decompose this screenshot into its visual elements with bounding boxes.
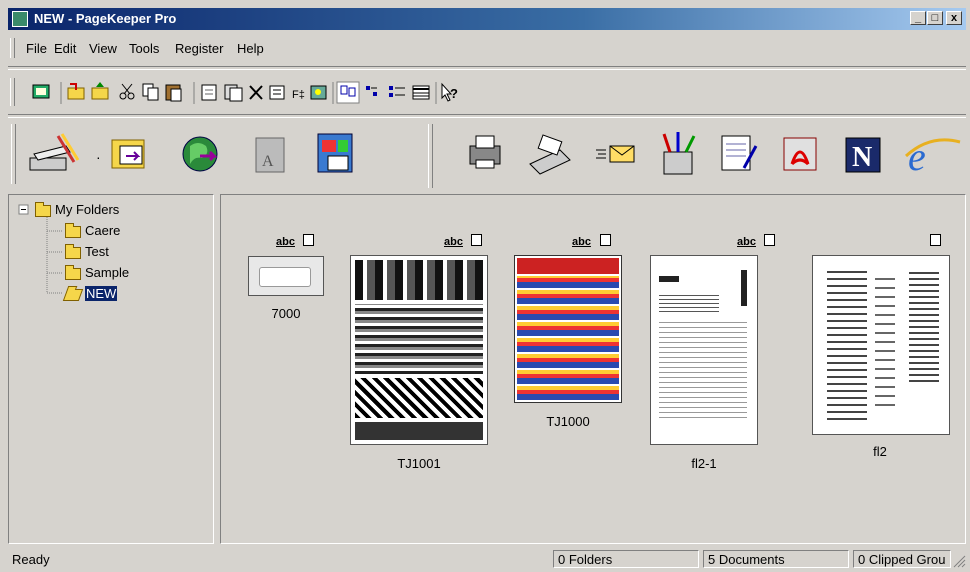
email-icon[interactable] — [596, 145, 635, 163]
svg-text:F‡: F‡ — [292, 89, 305, 101]
image-doc-icon — [764, 234, 775, 246]
ocr-engine-icon[interactable] — [317, 133, 353, 173]
context-help-icon[interactable]: ? — [441, 82, 458, 102]
edited-doc-icon — [303, 234, 314, 246]
resize-grip-icon[interactable] — [952, 554, 966, 568]
tree-item-caere[interactable]: Caere — [85, 223, 120, 238]
scanner-dropdown-arrow[interactable]: · — [96, 149, 101, 165]
image-doc-icon — [471, 234, 482, 246]
convert-document-icon[interactable]: A — [255, 137, 285, 173]
folder-icon — [65, 265, 81, 280]
standard-toolbar-icons: F‡ ? — [32, 81, 458, 104]
document-thumbnail-tj1001[interactable] — [350, 255, 488, 445]
printer-icon[interactable] — [469, 135, 501, 169]
my-folders-icon — [35, 202, 51, 217]
notepad-icon[interactable] — [721, 135, 758, 171]
internet-explorer-icon[interactable]: e — [904, 134, 961, 179]
status-documents: 5 Documents — [703, 550, 849, 568]
properties-icon[interactable] — [269, 85, 285, 100]
cut-icon[interactable] — [119, 83, 135, 100]
document-name: fl2 — [873, 444, 887, 459]
document-thumbnail-fl2[interactable] — [812, 255, 950, 435]
ocr-badge: abc — [444, 236, 463, 248]
document-thumbnail-fl2-1[interactable] — [650, 255, 758, 445]
list-view-icon[interactable] — [389, 86, 405, 97]
document-name: fl2-1 — [691, 456, 717, 471]
web-acquire-icon[interactable] — [182, 136, 218, 172]
duplicate-icon[interactable] — [224, 84, 243, 102]
folder-acquire-icon[interactable] — [111, 139, 145, 169]
scanner-icon[interactable] — [29, 133, 80, 171]
delete-icon[interactable] — [249, 85, 263, 100]
folder-tree-pane[interactable]: My Folders Caere Test Sample NEW — [8, 194, 214, 544]
ocr-icon[interactable]: F‡ — [292, 89, 305, 101]
acquire-icon[interactable] — [32, 84, 50, 99]
folder-icon — [65, 223, 81, 238]
svg-text:A: A — [262, 153, 274, 170]
image-doc-icon — [930, 234, 941, 246]
copy-icon[interactable] — [142, 83, 159, 101]
details-view-icon[interactable] — [412, 85, 430, 100]
large-icons-view-icon[interactable] — [336, 81, 360, 104]
document-thumbnail-tj1000[interactable] — [514, 255, 622, 403]
edited-doc-icon — [600, 234, 611, 246]
svg-text:?: ? — [450, 86, 458, 101]
image-icon[interactable] — [310, 85, 327, 100]
fax-icon[interactable] — [529, 134, 571, 175]
small-icons-view-icon[interactable] — [366, 86, 377, 96]
tree-item-sample[interactable]: Sample — [85, 265, 129, 280]
page-view-icon[interactable] — [201, 84, 217, 101]
ocr-badge: abc — [737, 236, 756, 248]
new-folder-icon[interactable] — [67, 83, 85, 100]
document-name: 7000 — [271, 306, 301, 321]
paste-icon[interactable] — [165, 84, 182, 102]
svg-text:N: N — [852, 142, 872, 173]
status-text: Ready — [12, 552, 50, 567]
tree-item-test[interactable]: Test — [85, 244, 109, 259]
link-toolbar-icons: · A N e — [29, 132, 961, 179]
status-bar: Ready 0 Folders 5 Documents 0 Clipped Gr… — [8, 548, 966, 570]
netscape-icon[interactable]: N — [845, 137, 881, 173]
status-folders: 0 Folders — [553, 550, 699, 568]
ocr-badge: abc — [572, 236, 591, 248]
status-clipped-groups: 0 Clipped Grou — [853, 550, 951, 568]
document-thumbnail-7000[interactable] — [248, 256, 324, 296]
tree-item-new-selected[interactable]: NEW — [85, 286, 118, 301]
document-name: TJ1001 — [397, 456, 441, 471]
ocr-badge: abc — [276, 236, 295, 248]
acrobat-icon[interactable] — [783, 137, 817, 171]
tree-root-my-folders[interactable]: My Folders — [55, 202, 119, 217]
folder-up-icon[interactable] — [91, 82, 109, 100]
folder-icon — [65, 244, 81, 259]
svg-text:e: e — [908, 134, 926, 179]
document-name: TJ1000 — [546, 414, 590, 429]
paint-app-icon[interactable] — [662, 132, 696, 175]
